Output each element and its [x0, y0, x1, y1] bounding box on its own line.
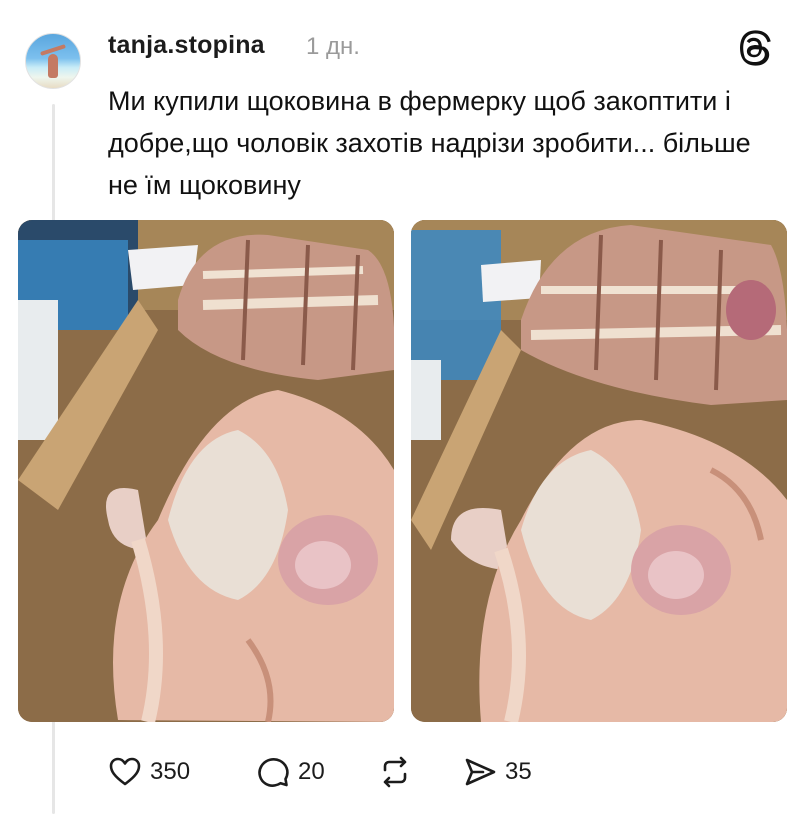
post-timestamp: 1 дн.: [306, 33, 360, 60]
reply-count: 20: [298, 758, 325, 785]
post-text: Ми купили щоковина в фермерку щоб закопт…: [108, 86, 759, 200]
share-button[interactable]: 35: [463, 752, 532, 792]
avatar[interactable]: [25, 33, 81, 89]
like-button[interactable]: 350: [108, 752, 190, 792]
username[interactable]: tanja.stopina: [108, 31, 265, 60]
like-count: 350: [150, 758, 191, 785]
reply-button[interactable]: 20: [256, 752, 325, 792]
repost-icon: [383, 756, 407, 788]
repost-button[interactable]: [378, 752, 412, 792]
heart-icon: [109, 757, 141, 786]
avatar-figure: [48, 54, 58, 78]
meat-photo-illustration: [411, 220, 787, 722]
post-image-2[interactable]: [411, 220, 787, 722]
post-image-1[interactable]: [18, 220, 394, 722]
threads-post: tanja.stopina 1 дн. Ми купили щоковина в…: [0, 0, 800, 814]
meat-photo-illustration: [18, 220, 394, 722]
share-count: 35: [505, 758, 532, 785]
post-actions: 350 20 35: [108, 752, 708, 792]
comment-bubble-icon: [258, 758, 289, 787]
threads-logo-icon[interactable]: [738, 30, 774, 66]
send-icon: [465, 758, 496, 786]
